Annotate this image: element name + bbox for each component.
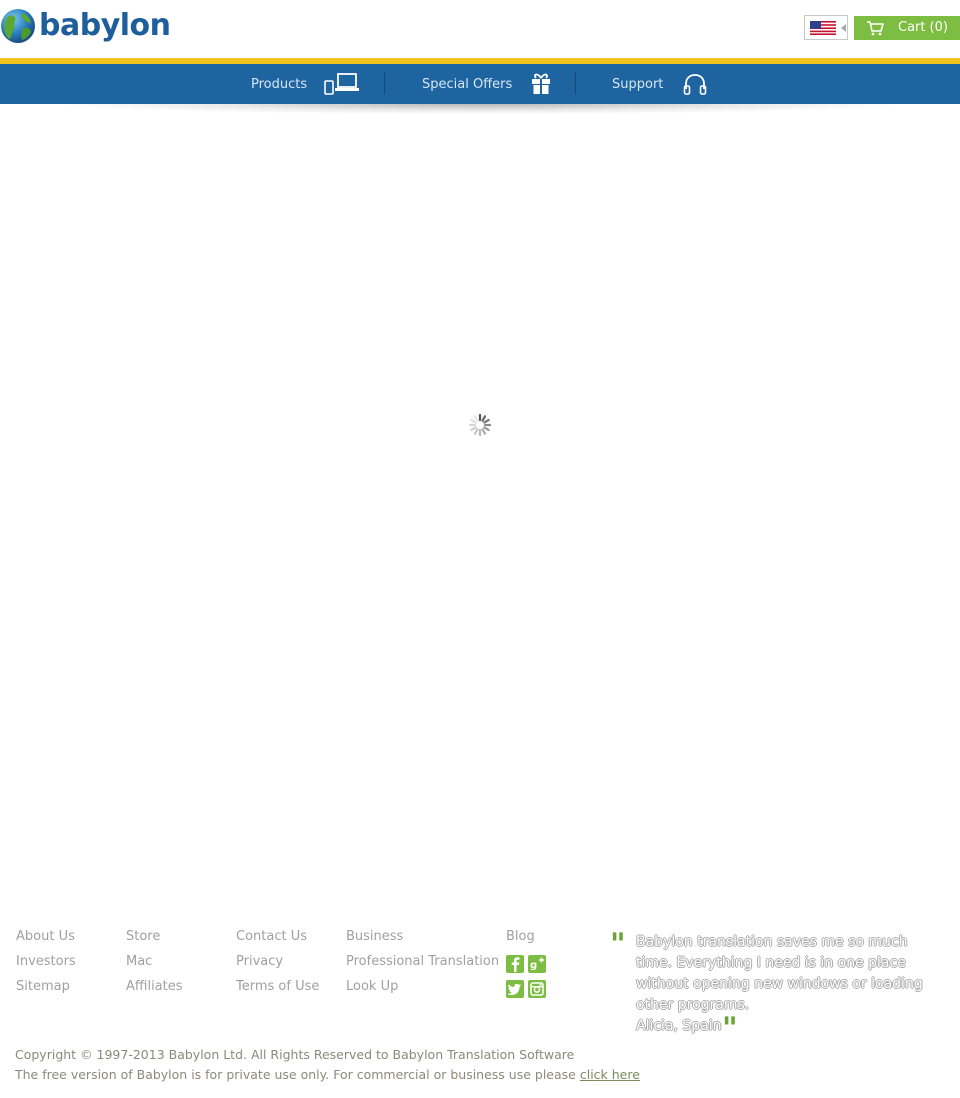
- header: babylon Cart (0): [0, 0, 960, 58]
- nav-item-support[interactable]: Support: [612, 64, 707, 104]
- footer-link-business[interactable]: Business: [346, 927, 499, 952]
- facebook-icon[interactable]: [506, 955, 524, 973]
- gift-icon: [532, 73, 551, 94]
- footer-column-store: Store Mac Affiliates: [126, 927, 183, 1002]
- footer-column-company: About Us Investors Sitemap: [16, 927, 76, 1002]
- twitter-icon[interactable]: [506, 980, 524, 998]
- social-row: g: [506, 955, 546, 980]
- devices-icon: [324, 73, 360, 95]
- click-here-link[interactable]: click here: [580, 1067, 640, 1082]
- main-nav: Products Special Offers Support: [0, 64, 960, 104]
- cart-icon: [867, 21, 884, 36]
- nav-item-special-offers[interactable]: Special Offers: [422, 64, 551, 104]
- footer-column-social: Blog g: [506, 927, 546, 1005]
- language-selector[interactable]: [804, 15, 848, 40]
- footer-link-professional-translation[interactable]: Professional Translation: [346, 952, 499, 977]
- nav-item-products[interactable]: Products: [251, 64, 360, 104]
- footer-link-look-up[interactable]: Look Up: [346, 977, 499, 1002]
- footer-link-sitemap[interactable]: Sitemap: [16, 977, 76, 1002]
- nav-shadow: [60, 104, 900, 114]
- nav-item-label: Products: [251, 76, 308, 92]
- footer-link-blog[interactable]: Blog: [506, 927, 546, 952]
- footer-column-business: Business Professional Translation Look U…: [346, 927, 499, 1002]
- copyright-text: Copyright © 1997-2013 Babylon Ltd. All R…: [15, 1047, 575, 1062]
- svg-text:g: g: [530, 960, 537, 971]
- logo-text: babylon: [39, 8, 171, 43]
- quote-open-icon: ": [610, 927, 626, 962]
- nav-divider: [575, 72, 576, 94]
- license-notice-text: The free version of Babylon is for priva…: [15, 1067, 576, 1082]
- copyright-block: Copyright © 1997-2013 Babylon Ltd. All R…: [15, 1045, 640, 1085]
- footer-link-store[interactable]: Store: [126, 927, 183, 952]
- footer-link-contact-us[interactable]: Contact Us: [236, 927, 319, 952]
- nav-divider: [384, 72, 385, 94]
- testimonial-text: Babylon translation saves me so much tim…: [636, 934, 923, 1013]
- cart-label: Cart: [898, 20, 926, 35]
- cart-count: (0): [929, 20, 948, 35]
- nav-item-label: Support: [612, 76, 664, 92]
- footer-column-legal: Contact Us Privacy Terms of Use: [236, 927, 319, 1002]
- quote-close-icon: ": [722, 1011, 738, 1046]
- footer-link-terms-of-use[interactable]: Terms of Use: [236, 977, 319, 1002]
- chevron-left-icon: [841, 24, 846, 32]
- testimonial-author: Alicia, Spain: [636, 1018, 722, 1034]
- license-notice: The free version of Babylon is for priva…: [15, 1065, 640, 1085]
- globe-logo-icon: [1, 9, 35, 43]
- headphones-icon: [684, 74, 707, 95]
- footer-link-about-us[interactable]: About Us: [16, 927, 76, 952]
- babylon-logo[interactable]: babylon: [0, 6, 171, 46]
- footer-link-affiliates[interactable]: Affiliates: [126, 977, 183, 1002]
- loading-spinner-icon: [468, 413, 492, 437]
- social-row: [506, 980, 546, 1005]
- footer-link-mac[interactable]: Mac: [126, 952, 183, 977]
- google-plus-icon[interactable]: g: [528, 955, 546, 973]
- footer-link-privacy[interactable]: Privacy: [236, 952, 319, 977]
- instagram-icon[interactable]: [528, 980, 546, 998]
- footer-link-investors[interactable]: Investors: [16, 952, 76, 977]
- cart-button[interactable]: Cart (0): [854, 16, 960, 40]
- us-flag-icon: [810, 20, 836, 35]
- nav-item-label: Special Offers: [422, 76, 513, 92]
